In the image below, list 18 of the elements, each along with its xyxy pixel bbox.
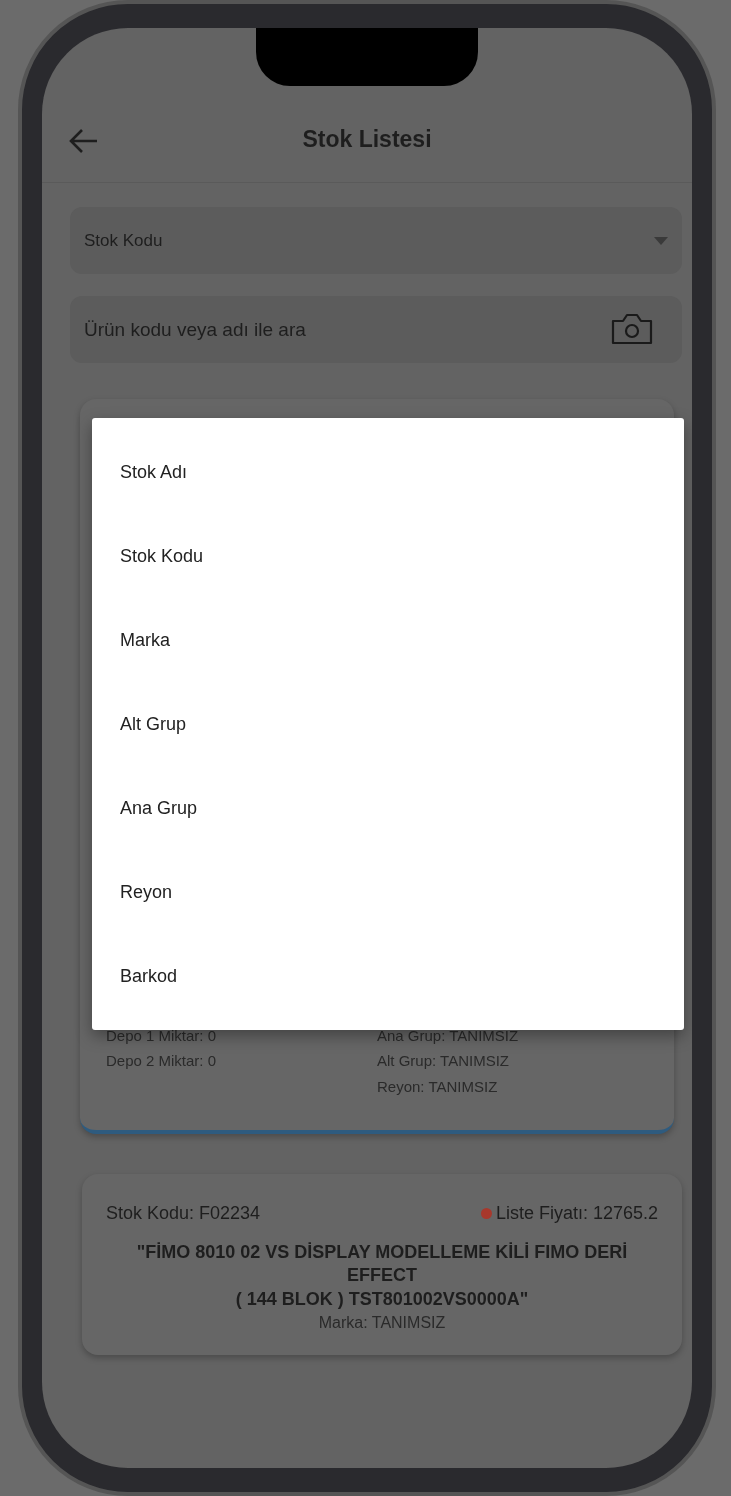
brand-text: Marka: TANIMSIZ bbox=[317, 1313, 447, 1334]
menu-option[interactable]: Marka bbox=[92, 598, 684, 682]
caret-icon bbox=[654, 236, 668, 245]
stock-field: Reyon: TANIMSIZ bbox=[377, 1075, 648, 1098]
stock-field: Alt Grup: TANIMSIZ bbox=[377, 1050, 648, 1073]
camera-icon[interactable] bbox=[610, 312, 654, 346]
search-field[interactable]: Ürün kodu veya adı ile ara bbox=[70, 296, 682, 363]
stock-code: Stok Kodu: F02234 bbox=[106, 1202, 261, 1225]
product-name: "FİMO 8010 02 VS DİSPLAY MODELLEME KİLİ FIMO DERİ EFFECT ( 144 BLOK ) TST801002VS0000A" bbox=[135, 1241, 629, 1311]
menu-option[interactable]: Reyon bbox=[92, 850, 684, 934]
page-title: Stok Listesi bbox=[301, 124, 433, 154]
menu-option[interactable]: Barkod bbox=[92, 934, 684, 1018]
list-price: Liste Fiyatı: 12765.2 bbox=[495, 1202, 658, 1225]
stock-field: Depo 2 Miktar: 0 bbox=[106, 1050, 377, 1073]
menu-option[interactable]: Stok Adı bbox=[92, 430, 684, 514]
menu-option[interactable]: Alt Grup bbox=[92, 682, 684, 766]
menu-option[interactable]: Stok Kodu bbox=[92, 514, 684, 598]
menu-option[interactable]: Ana Grup bbox=[92, 766, 684, 850]
